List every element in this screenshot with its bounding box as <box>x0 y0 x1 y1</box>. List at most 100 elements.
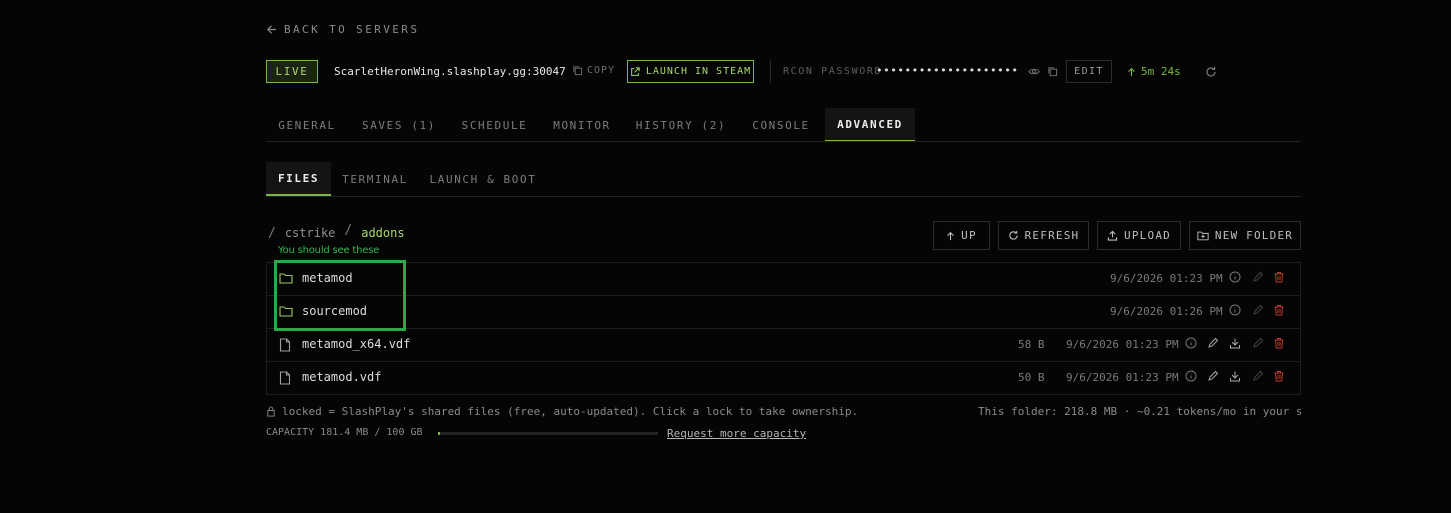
copy-address-button[interactable]: COPY <box>572 65 615 76</box>
tab-history[interactable]: HISTORY (2) <box>628 108 734 142</box>
edit-rcon-button[interactable]: EDIT <box>1066 60 1112 83</box>
file-icon <box>279 338 291 352</box>
tab-label: SAVES (1) <box>361 118 436 132</box>
delete-button[interactable] <box>1273 271 1285 283</box>
capacity-text: CAPACITY 181.4 MB / 100 GB <box>266 427 423 438</box>
file-name[interactable]: metamod_x64.vdf <box>302 337 410 351</box>
pencil-icon <box>1252 370 1264 382</box>
tab-saves[interactable]: SAVES (1) <box>351 108 447 142</box>
tab-advanced[interactable]: ADVANCED <box>825 108 915 142</box>
annotation-label: You should see these <box>278 245 380 256</box>
trash-icon <box>1273 337 1285 349</box>
upload-icon <box>1107 230 1118 241</box>
file-size: 50 B <box>1018 371 1045 384</box>
pencil-icon <box>1252 271 1264 283</box>
external-link-icon <box>630 66 640 77</box>
file-row-sourcemod[interactable]: sourcemod 9/6/2026 01:26 PM <box>266 296 1301 329</box>
launch-in-steam-button[interactable]: LAUNCH IN STEAM <box>627 60 754 83</box>
new-folder-label: NEW FOLDER <box>1214 229 1294 242</box>
lock-icon <box>266 406 276 417</box>
tab-terminal[interactable]: TERMINAL <box>336 162 414 196</box>
request-capacity-link[interactable]: Request more capacity <box>667 427 806 440</box>
info-icon <box>1229 304 1241 316</box>
show-password-button[interactable] <box>1028 66 1040 77</box>
refresh-status-button[interactable] <box>1205 66 1217 78</box>
arrow-up-icon <box>946 231 955 241</box>
back-label: BACK TO SERVERS <box>284 23 420 36</box>
rename-button-disabled <box>1252 337 1264 349</box>
file-row-metamod-vdf[interactable]: metamod.vdf 50 B 9/6/2026 01:23 PM <box>266 362 1301 395</box>
rename-button-disabled <box>1252 370 1264 382</box>
file-date: 9/6/2026 01:26 PM <box>1110 305 1223 318</box>
file-date: 9/6/2026 01:23 PM <box>1066 338 1179 351</box>
refresh-label: REFRESH <box>1024 229 1080 242</box>
file-icon <box>279 371 291 385</box>
header-divider <box>770 60 771 83</box>
tab-console[interactable]: CONSOLE <box>742 108 820 142</box>
info-icon <box>1185 370 1197 382</box>
locked-note-text: locked = SlashPlay's shared files (free,… <box>282 405 859 418</box>
new-folder-button[interactable]: NEW FOLDER <box>1189 221 1301 250</box>
refresh-icon <box>1205 66 1217 78</box>
capacity-bar-fill <box>438 432 440 435</box>
arrow-left-icon <box>266 24 277 35</box>
copy-password-button[interactable] <box>1047 66 1058 77</box>
delete-button[interactable] <box>1273 337 1285 349</box>
tab-files[interactable]: FILES <box>266 162 331 196</box>
file-row-metamod[interactable]: metamod 9/6/2026 01:23 PM <box>266 263 1301 296</box>
tab-launch-boot[interactable]: LAUNCH & BOOT <box>424 162 542 196</box>
file-date: 9/6/2026 01:23 PM <box>1066 371 1179 384</box>
tab-general[interactable]: GENERAL <box>266 108 348 142</box>
breadcrumb-root[interactable]: / <box>268 226 276 241</box>
eye-icon <box>1028 66 1040 77</box>
delete-button[interactable] <box>1273 370 1285 382</box>
tab-label: HISTORY (2) <box>635 118 727 132</box>
breadcrumb-addons[interactable]: addons <box>361 226 404 240</box>
folder-info: This folder: 218.8 MB · ~0.21 tokens/mo … <box>978 405 1301 418</box>
pencil-icon <box>1252 337 1264 349</box>
back-to-servers-link[interactable]: BACK TO SERVERS <box>266 23 419 36</box>
up-label: UP <box>961 229 977 242</box>
info-button[interactable] <box>1229 304 1241 316</box>
tab-monitor[interactable]: MONITOR <box>544 108 620 142</box>
info-button[interactable] <box>1185 370 1197 382</box>
info-button[interactable] <box>1229 271 1241 283</box>
copy-icon <box>572 65 583 76</box>
uptime: 5m 24s <box>1127 65 1181 78</box>
file-row-metamod-x64-vdf[interactable]: metamod_x64.vdf 58 B 9/6/2026 01:23 PM <box>266 329 1301 362</box>
tab-label: TERMINAL <box>342 172 408 186</box>
trash-icon <box>1273 370 1285 382</box>
refresh-button[interactable]: REFRESH <box>998 221 1089 250</box>
info-button[interactable] <box>1185 337 1197 349</box>
info-icon <box>1229 271 1241 283</box>
server-address: ScarletHeronWing.slashplay.gg:30047 <box>334 65 566 78</box>
locked-note: locked = SlashPlay's shared files (free,… <box>266 405 858 418</box>
tab-schedule[interactable]: SCHEDULE <box>452 108 537 142</box>
live-badge-label: LIVE <box>275 65 309 78</box>
breadcrumb-cstrike[interactable]: cstrike <box>285 226 336 240</box>
edit-button[interactable] <box>1207 370 1219 382</box>
rcon-label: RCON PASSWORD <box>783 66 883 77</box>
pencil-icon <box>1207 370 1219 382</box>
download-icon <box>1229 370 1241 382</box>
edit-button-disabled <box>1252 271 1264 283</box>
copy-icon <box>1047 66 1058 77</box>
up-button[interactable]: UP <box>933 221 990 250</box>
subtabs-divider <box>266 196 1301 197</box>
tab-label: SCHEDULE <box>461 118 528 132</box>
breadcrumb: / cstrike / addons <box>268 223 405 241</box>
tabs-divider <box>266 141 1301 142</box>
edit-button[interactable] <box>1207 337 1219 349</box>
pencil-icon <box>1207 337 1219 349</box>
file-name[interactable]: metamod.vdf <box>302 370 381 384</box>
tab-label: FILES <box>277 171 320 185</box>
download-button[interactable] <box>1229 337 1241 349</box>
delete-button[interactable] <box>1273 304 1285 316</box>
upload-label: UPLOAD <box>1124 229 1171 242</box>
info-icon <box>1185 337 1197 349</box>
uptime-value: 5m 24s <box>1141 65 1181 78</box>
download-button[interactable] <box>1229 370 1241 382</box>
upload-button[interactable]: UPLOAD <box>1097 221 1181 250</box>
download-icon <box>1229 337 1241 349</box>
capacity-bar <box>438 432 658 435</box>
